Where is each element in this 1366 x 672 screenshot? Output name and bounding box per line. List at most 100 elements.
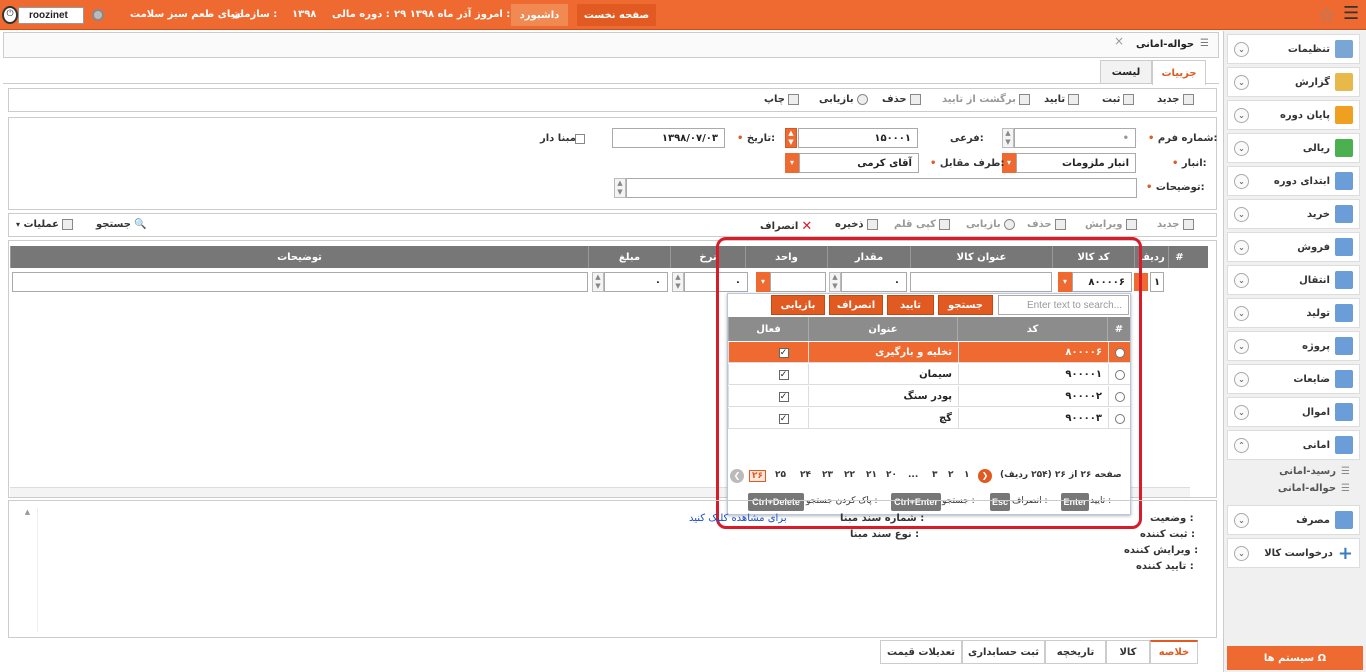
view-link[interactable]: برای مشاهده کلیک کنید — [689, 513, 787, 524]
chevron-icon: ⌄ — [1234, 372, 1249, 387]
settings-gear-icon[interactable] — [92, 9, 104, 21]
party-input[interactable]: آقای کرمی — [799, 153, 919, 173]
sidebar-subitem-label: رسید-امانی — [1279, 466, 1337, 477]
chevron-down-icon: ⌄ — [1234, 513, 1249, 528]
grid-refresh-icon — [1003, 219, 1015, 230]
delete-icon — [909, 94, 921, 105]
grid-icon — [1335, 238, 1353, 256]
org-label: سازمان : — [232, 9, 278, 20]
revert-approve-button[interactable]: برگشت از تایید — [942, 94, 1030, 105]
close-tab-icon[interactable]: × — [1114, 34, 1124, 48]
operations-menu[interactable]: ▾ عملیات — [16, 219, 74, 230]
warehouse-label: • انبار: — [1172, 158, 1207, 169]
systems-button[interactable]: سیستم ها Ω — [1227, 646, 1363, 670]
row-amount-spinner[interactable]: ▲ ▼ — [592, 272, 604, 292]
summary-scrollbar[interactable]: ▲ — [18, 508, 38, 632]
sidebar-item-8[interactable]: ⌄ تولید — [1227, 298, 1360, 328]
bottom-tab-2[interactable]: تاریخچه — [1045, 640, 1106, 664]
sidebar-item-5[interactable]: ⌄ خرید — [1227, 199, 1360, 229]
mabna-checkbox[interactable] — [575, 134, 585, 144]
period-label: دوره مالی : — [332, 9, 390, 20]
row-amount-input[interactable]: ۰ — [604, 272, 668, 292]
sidebar-item-0[interactable]: ⌄ تنظیمات — [1227, 34, 1360, 64]
sub-spinner[interactable]: ▲ ▼ — [785, 128, 797, 148]
menu-icon[interactable]: ☰ — [1343, 5, 1361, 24]
sub-input[interactable]: ۱۵۰۰۰۱ — [798, 128, 918, 148]
refresh-button[interactable]: بازیابی — [819, 94, 868, 105]
date-input[interactable]: ۱۳۹۸/۰۷/۰۳ — [612, 128, 725, 148]
sidebar-item-10[interactable]: ⌄ ضایعات — [1227, 364, 1360, 394]
grid-delete-button[interactable]: حذف — [1027, 219, 1066, 230]
grid-new-button[interactable]: جدید — [1157, 219, 1194, 230]
refresh-icon — [856, 94, 868, 105]
sidebar-item-7[interactable]: ⌄ انتقال — [1227, 265, 1360, 295]
power-icon[interactable]: ⏻ — [2, 6, 18, 24]
sidebar-item-6[interactable]: ⌄ فروش — [1227, 232, 1360, 262]
desc-spinner[interactable]: ▲ ▼ — [614, 178, 626, 198]
grid-edit-icon — [1125, 219, 1137, 230]
dashboard-button[interactable]: داشبورد — [511, 4, 568, 26]
operations-icon — [62, 219, 74, 230]
chevron-icon: ⌄ — [1234, 240, 1249, 255]
today-value: ۲۹ آذر ماه ۱۳۹۸ — [394, 9, 472, 20]
copy-item-icon — [938, 219, 950, 230]
save-button[interactable]: ثبت — [1102, 94, 1135, 105]
bottom-tab-1[interactable]: کالا — [1106, 640, 1150, 664]
row-desc-input[interactable] — [12, 272, 588, 292]
sidebar-item-1[interactable]: ⌄ گزارش — [1227, 67, 1360, 97]
row-rate-spinner[interactable]: ▲ ▼ — [672, 272, 684, 292]
tab-list[interactable]: لیست — [1100, 60, 1152, 84]
grid-refresh-button[interactable]: بازیابی — [966, 219, 1015, 230]
report-icon — [1335, 73, 1353, 91]
registrar-label: ثبت کننده : — [1140, 529, 1196, 540]
party-dropdown[interactable]: ▾ — [785, 153, 799, 173]
form-no-label: • شماره فرم: — [1148, 133, 1218, 144]
grid-icon — [1335, 205, 1353, 223]
status-label: وضعیت : — [1150, 513, 1194, 524]
tab-details[interactable]: جزییات — [1152, 60, 1206, 85]
desc-input[interactable] — [626, 178, 1137, 198]
grid-save-button[interactable]: ذخیره — [835, 219, 878, 230]
grid-search-button[interactable]: جستجو 🔍 — [96, 219, 146, 230]
systems-label: سیستم ها — [1263, 652, 1315, 664]
new-button[interactable]: جدید — [1157, 94, 1194, 105]
mabna-label: مبنا دار — [540, 133, 576, 144]
sidebar-item2-0[interactable]: ⌄ مصرف — [1227, 505, 1360, 535]
delete-button[interactable]: حذف — [882, 94, 921, 105]
home-button[interactable]: صفحه نخست — [577, 4, 656, 26]
bottom-tab-3[interactable]: ثبت حسابداری — [962, 640, 1045, 664]
date-label: • تاریخ: — [737, 133, 776, 144]
sidebar-item2-1[interactable]: ⌄ درخواست کالا + — [1227, 538, 1360, 568]
star-icon[interactable]: ☆ — [1318, 3, 1336, 27]
grid-cancel-button[interactable]: انصراف ✕ — [760, 219, 812, 234]
summary-panel — [8, 500, 1217, 638]
sidebar-item-3[interactable]: ⌄ ریالی — [1227, 133, 1360, 163]
warehouse-input[interactable]: انبار ملزومات — [1016, 153, 1136, 173]
bottom-tab-0[interactable]: خلاصه — [1150, 640, 1198, 664]
grid-edit-button[interactable]: ویرایش — [1085, 219, 1137, 230]
sidebar-item-2[interactable]: ⌄ پایان دوره — [1227, 100, 1360, 130]
approve-button[interactable]: تایید — [1044, 94, 1080, 105]
form-no-input[interactable]: • — [1014, 128, 1136, 148]
sidebar-item-label: پروژه — [1302, 340, 1330, 352]
date-label-text: تاریخ: — [746, 133, 776, 144]
revert-icon — [1018, 94, 1030, 105]
sidebar-subitem-1[interactable]: حواله-امانی ☰ — [1227, 480, 1360, 497]
sidebar-item-12[interactable]: ⌃ امانی — [1227, 430, 1360, 460]
chevron-down-icon: ▾ — [16, 220, 21, 229]
user-name[interactable]: roozinet — [18, 7, 84, 24]
sidebar-subitem-0[interactable]: رسید-امانی ☰ — [1227, 463, 1360, 480]
grid-edit-label: ویرایش — [1085, 219, 1123, 230]
print-button[interactable]: چاپ — [764, 94, 800, 105]
approve-label: تایید — [1044, 94, 1066, 105]
copy-item-button[interactable]: کپی قلم — [894, 219, 950, 230]
sidebar-item-label: تنظیمات — [1287, 43, 1330, 55]
sidebar-item-label: مصرف — [1296, 514, 1330, 526]
form-no-spinner[interactable]: ▲ ▼ — [1002, 128, 1014, 148]
sidebar-item-4[interactable]: ⌄ ابتدای دوره — [1227, 166, 1360, 196]
chevron-icon: ⌄ — [1234, 174, 1249, 189]
bottom-tab-4[interactable]: تعدیلات قیمت — [880, 640, 962, 664]
chevron-icon: ⌄ — [1234, 42, 1249, 57]
sidebar-item-11[interactable]: ⌄ اموال — [1227, 397, 1360, 427]
sidebar-item-9[interactable]: ⌄ پروژه — [1227, 331, 1360, 361]
